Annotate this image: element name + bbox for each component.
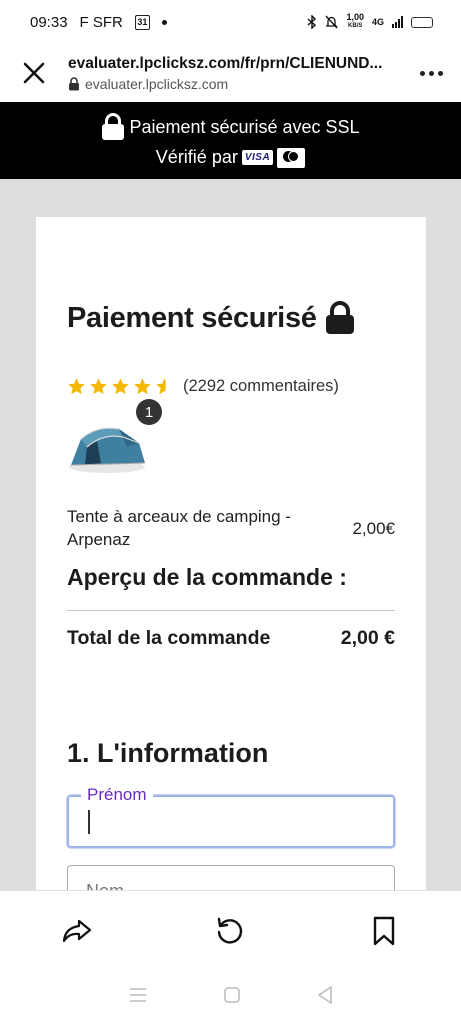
lock-icon: [102, 113, 125, 140]
banner-verified-text: Vérifié par: [155, 147, 238, 167]
dot-icon: [428, 70, 434, 76]
share-button[interactable]: [47, 901, 107, 961]
star-icon: [134, 378, 151, 395]
bookmark-icon: [373, 916, 395, 945]
status-carrier: F SFR: [79, 13, 123, 31]
signal-icon: [392, 16, 403, 28]
status-bar: 09:33 F SFR 31 1,00 KB/S 4G: [0, 0, 461, 44]
quantity-badge: 1: [136, 399, 162, 425]
reload-button[interactable]: [200, 901, 260, 961]
divider: [67, 610, 395, 611]
browser-bottom-toolbar: [0, 890, 461, 970]
product-line: Tente à arceaux de camping - Arpenaz 2,0…: [67, 505, 395, 551]
reload-icon: [218, 917, 243, 944]
order-overview-heading: Aperçu de la commande :: [67, 564, 347, 590]
last-name-input[interactable]: [68, 866, 394, 890]
order-total-value: 2,00 €: [340, 627, 395, 649]
browser-url-bar: evaluater.lpclicksz.com/fr/prn/CLIENUND.…: [0, 44, 461, 102]
bluetooth-icon: [307, 15, 317, 29]
close-icon: [23, 62, 45, 84]
mute-bell-icon: [325, 15, 339, 29]
security-banner: Paiement sécurisé avec SSL Vérifié par V…: [0, 102, 461, 179]
star-icon: [112, 378, 129, 395]
product-name: Tente à arceaux de camping - Arpenaz: [67, 507, 291, 549]
order-total-row: Total de la commande 2,00 €: [67, 627, 395, 650]
reviews-count: (2292 commentaires): [183, 377, 339, 395]
battery-icon: [411, 16, 433, 28]
visa-logo: VISA: [241, 150, 274, 165]
half-star-icon: [156, 378, 166, 395]
banner-ssl-text: Paiement sécurisé avec SSL: [129, 116, 360, 137]
share-icon: [62, 919, 91, 942]
bookmark-button[interactable]: [354, 901, 414, 961]
menu-lines-icon: [129, 987, 146, 1002]
url-title: evaluater.lpclicksz.com/fr/prn/CLIENUND.…: [68, 54, 383, 72]
back-triangle-icon: [317, 985, 332, 1004]
page-title: Paiement sécurisé: [67, 301, 355, 335]
mastercard-logo: [277, 147, 306, 168]
notification-dot-icon: [161, 19, 167, 25]
first-name-label: Prénom: [81, 785, 153, 805]
checkout-card: Paiement sécurisé (2292 commentaires) 1 …: [36, 217, 426, 890]
text-caret: [88, 810, 90, 834]
url-host: evaluater.lpclicksz.com: [68, 76, 401, 92]
lock-icon: [325, 301, 354, 334]
first-name-field: Prénom: [67, 785, 395, 848]
close-tab-button[interactable]: [0, 44, 68, 102]
network-speed: 1,00 KB/S: [346, 12, 364, 30]
more-options-button[interactable]: [401, 44, 461, 102]
star-icon: [90, 378, 107, 395]
dot-icon: [437, 70, 443, 76]
rating: (2292 commentaires): [67, 377, 339, 396]
system-nav-bar: [0, 970, 461, 1024]
dot-icon: [419, 70, 425, 76]
status-time: 09:33: [30, 13, 68, 31]
tent-product-image: [69, 427, 146, 473]
network-type: 4G: [371, 17, 384, 27]
calendar-icon: 31: [134, 14, 150, 30]
order-total-label: Total de la commande: [67, 627, 271, 649]
home-square-icon: [223, 986, 240, 1003]
recents-button[interactable]: [129, 987, 147, 1007]
back-button[interactable]: [317, 985, 333, 1009]
home-button[interactable]: [223, 986, 240, 1008]
last-name-field: [67, 865, 395, 890]
url-display[interactable]: evaluater.lpclicksz.com/fr/prn/CLIENUND.…: [68, 55, 401, 92]
page-content: Paiement sécurisé (2292 commentaires) 1 …: [0, 179, 461, 890]
product-price: 2,00€: [352, 518, 395, 538]
information-section-heading: 1. L'information: [67, 738, 269, 768]
star-icon: [68, 378, 85, 395]
lock-icon: [69, 76, 79, 90]
